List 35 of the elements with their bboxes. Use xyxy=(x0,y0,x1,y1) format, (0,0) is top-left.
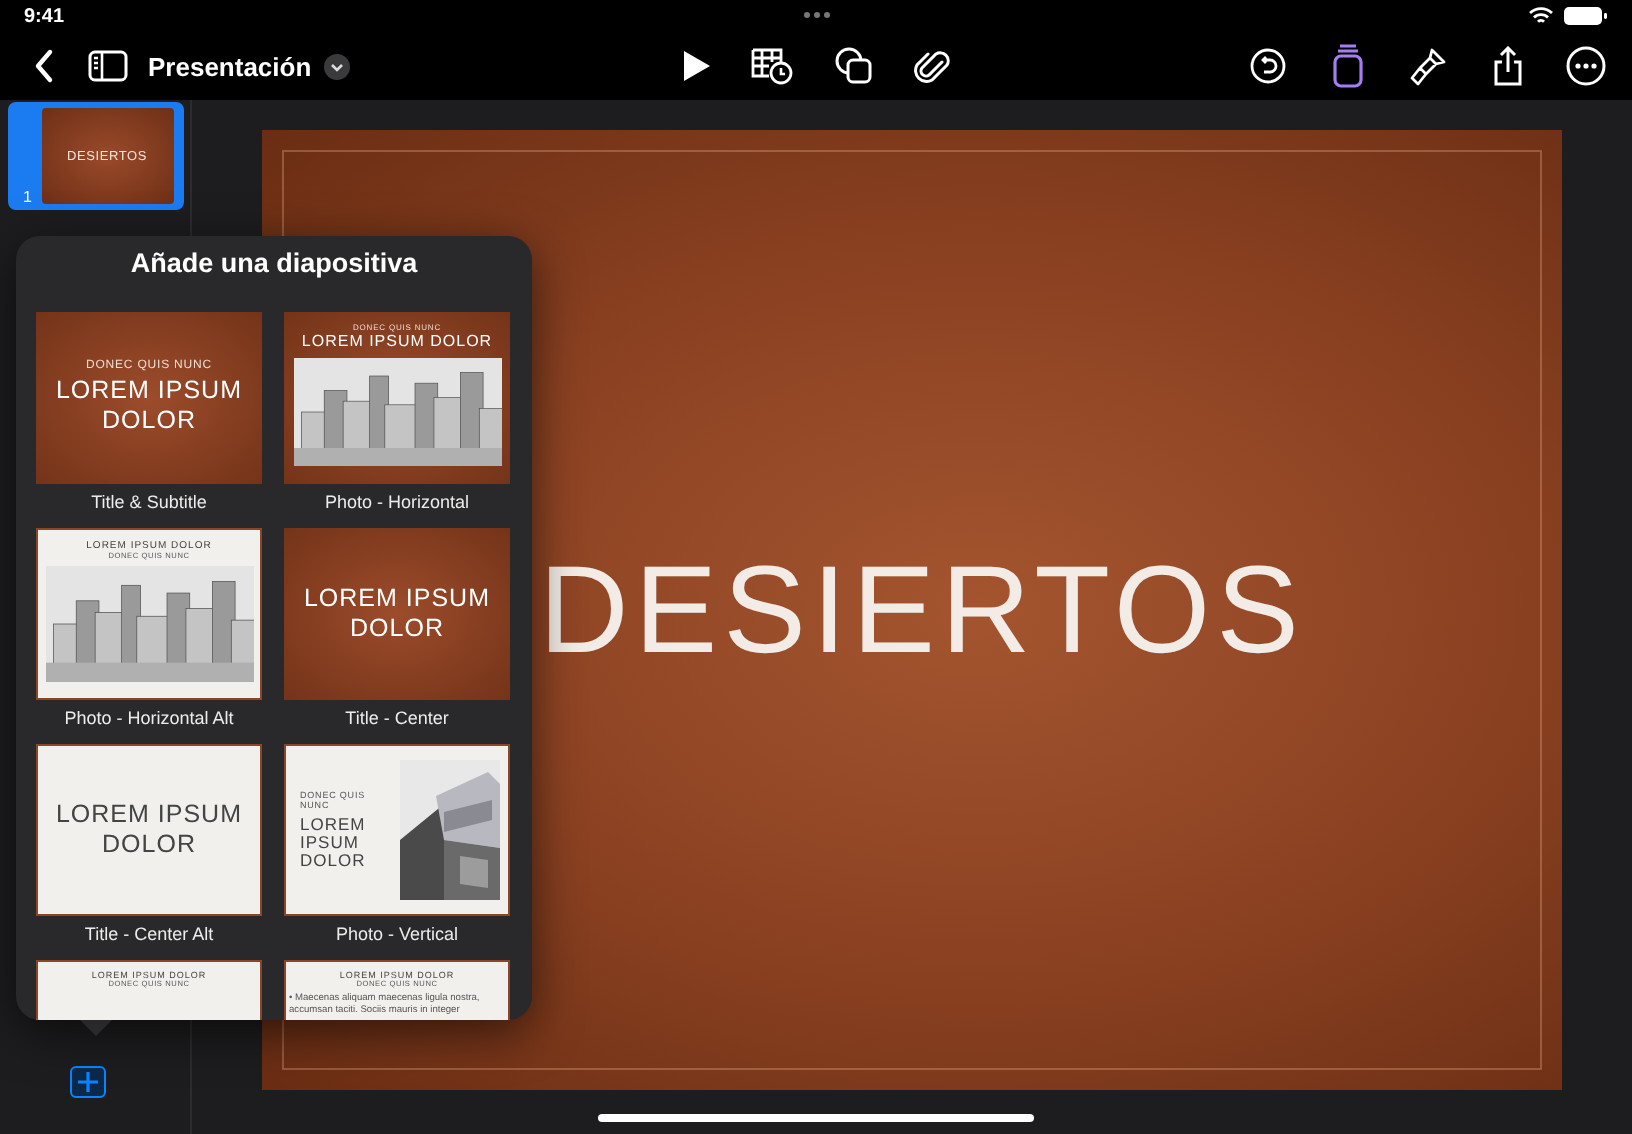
document-title-button[interactable]: Presentación xyxy=(140,51,320,81)
layout-title: LOREM IPSUM DOLOR xyxy=(300,816,368,870)
layout-label: Title & Subtitle xyxy=(91,492,207,512)
chevron-down-icon[interactable] xyxy=(323,53,350,79)
layout-title: LOREM IPSUM DOLOR xyxy=(301,332,493,352)
format-icon xyxy=(1332,44,1364,88)
multitask-icon[interactable] xyxy=(804,12,830,18)
play-icon xyxy=(680,48,712,84)
add-slide-button[interactable] xyxy=(69,1066,105,1098)
slide-number: 1 xyxy=(23,188,32,206)
wifi-icon xyxy=(1528,6,1554,26)
battery-icon xyxy=(1564,6,1608,26)
plus-icon xyxy=(75,1070,99,1094)
layout-label: Title - Center Alt xyxy=(84,924,214,944)
layout-label: Photo - Horizontal Alt xyxy=(64,708,234,728)
layout-thumbnail[interactable]: LOREM IPSUM DOLOR xyxy=(284,528,510,700)
layout-label: Title - Center xyxy=(345,708,449,728)
slide-title: DESIERTOS xyxy=(538,539,1306,681)
layout-label: Photo - Vertical xyxy=(335,924,459,944)
undo-icon xyxy=(1250,48,1286,84)
chevron-left-icon xyxy=(32,48,56,84)
popover-pointer xyxy=(80,1020,112,1036)
layout-title: LOREM IPSUM DOLOR xyxy=(301,583,492,645)
shapes-icon xyxy=(834,46,874,86)
paperclip-icon xyxy=(914,46,950,86)
layout-label: Photo - Horizontal xyxy=(324,492,470,512)
status-time: 9:41 xyxy=(24,5,65,27)
more-icon xyxy=(1566,46,1606,86)
sidebar-icon xyxy=(88,50,128,82)
paintbrush-icon xyxy=(1408,46,1448,86)
share-icon xyxy=(1492,46,1524,86)
layout-title: LOREM IPSUM DOLOR xyxy=(53,799,244,861)
layout-thumbnail[interactable]: LOREM IPSUM DOLOR xyxy=(36,744,262,916)
table-clock-icon xyxy=(750,46,794,86)
layout-title: LOREM IPSUM DOLOR xyxy=(53,375,244,437)
